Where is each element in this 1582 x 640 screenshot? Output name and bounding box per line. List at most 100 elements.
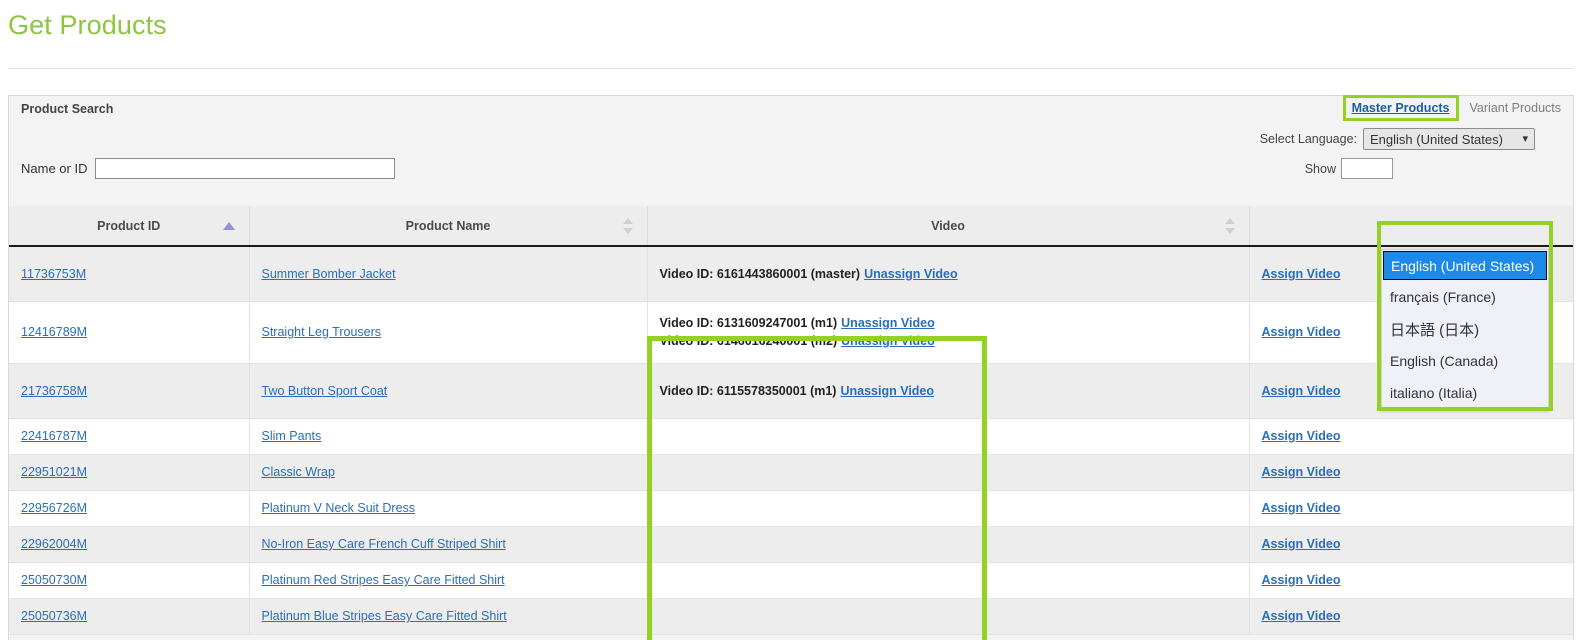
language-option-label: 日本語 (日本): [1390, 319, 1479, 340]
panel-title: Product Search: [21, 102, 113, 116]
unassign-video-link[interactable]: Unassign Video: [840, 384, 934, 398]
cell-product-id: 22951021M: [9, 454, 249, 490]
page-root: Get Products Product Search Master Produ…: [0, 0, 1582, 640]
assign-video-link[interactable]: Assign Video: [1262, 609, 1341, 623]
show-row: Show: [1305, 158, 1393, 179]
video-id-text: Video ID: 6146016240001 (m2): [660, 334, 838, 348]
product-name-link[interactable]: Straight Leg Trousers: [262, 325, 382, 339]
cell-product-name: Two Button Sport Coat: [249, 363, 647, 418]
tab-master-products[interactable]: Master Products: [1346, 98, 1456, 118]
unassign-video-link[interactable]: Unassign Video: [864, 267, 958, 281]
column-header-product-id-label: Product ID: [97, 219, 160, 233]
cell-product-id: 22956726M: [9, 490, 249, 526]
table-row: 22962004M No-Iron Easy Care French Cuff S…: [9, 526, 1573, 562]
product-name-link[interactable]: Two Button Sport Coat: [262, 384, 388, 398]
language-options-list[interactable]: English (United States) français (France)…: [1381, 249, 1549, 410]
sort-ascending-icon: [223, 222, 235, 230]
cell-video: [647, 562, 1249, 598]
language-option[interactable]: français (France): [1382, 281, 1548, 313]
table-row: 25050736M Platinum Blue Stripes Easy Care…: [9, 598, 1573, 634]
table-row: 22416787M Slim Pants Assign Video: [9, 418, 1573, 454]
product-name-link[interactable]: Platinum Red Stripes Easy Care Fitted Sh…: [262, 573, 505, 587]
video-id-text: Video ID: 6115578350001 (m1): [660, 384, 837, 398]
column-header-actions: [1249, 206, 1573, 246]
product-id-link[interactable]: 22962004M: [21, 537, 87, 551]
video-entry: Video ID: 6131609247001 (m1)Unassign Vid…: [660, 314, 1237, 332]
products-table-body: 11736753M Summer Bomber Jacket Video ID: 6…: [9, 246, 1573, 634]
assign-video-link[interactable]: Assign Video: [1262, 573, 1341, 587]
title-divider: [8, 68, 1574, 69]
cell-product-id: 11736753M: [9, 246, 249, 301]
assign-video-link[interactable]: Assign Video: [1262, 429, 1341, 443]
search-input[interactable]: [95, 158, 395, 179]
language-option[interactable]: English (Canada): [1382, 345, 1548, 377]
cell-assign-video: Assign Video: [1249, 526, 1573, 562]
panel-header: Product Search Master Products Variant P…: [9, 96, 1573, 206]
video-entry: Video ID: 6146016240001 (m2)Unassign Vid…: [660, 332, 1237, 350]
assign-video-link[interactable]: Assign Video: [1262, 501, 1341, 515]
product-name-link[interactable]: Classic Wrap: [262, 465, 335, 479]
video-id-text: Video ID: 6161443860001 (master): [660, 267, 861, 281]
column-header-product-name[interactable]: Product Name: [249, 206, 647, 246]
video-entry: Video ID: 6161443860001 (master)Unassign…: [660, 265, 1237, 283]
language-option-label: English (United States): [1391, 258, 1534, 274]
table-row: 25050730M Platinum Red Stripes Easy Care …: [9, 562, 1573, 598]
cell-product-name: Straight Leg Trousers: [249, 301, 647, 363]
cell-video: [647, 490, 1249, 526]
search-row: Name or ID: [21, 158, 395, 179]
product-search-panel: Product Search Master Products Variant P…: [8, 95, 1574, 640]
language-option[interactable]: 日本語 (日本): [1382, 313, 1548, 345]
cell-product-name: Summer Bomber Jacket: [249, 246, 647, 301]
cell-product-name: Platinum Red Stripes Easy Care Fitted Sh…: [249, 562, 647, 598]
product-name-link[interactable]: Platinum Blue Stripes Easy Care Fitted S…: [262, 609, 507, 623]
cell-assign-video: Assign Video: [1249, 454, 1573, 490]
language-option-label: English (Canada): [1390, 353, 1498, 369]
tab-variant-products[interactable]: Variant Products: [1464, 98, 1567, 118]
assign-video-link[interactable]: Assign Video: [1262, 267, 1341, 281]
language-select[interactable]: English (United States) ▾: [1363, 128, 1535, 150]
sort-none-icon: [1225, 218, 1235, 234]
column-header-video-label: Video: [931, 219, 965, 233]
cell-product-name: Slim Pants: [249, 418, 647, 454]
column-header-product-name-label: Product Name: [406, 219, 491, 233]
product-name-link[interactable]: Summer Bomber Jacket: [262, 267, 396, 281]
assign-video-link[interactable]: Assign Video: [1262, 325, 1341, 339]
language-option[interactable]: italiano (Italia): [1382, 377, 1548, 409]
cell-assign-video: Assign Video: [1249, 490, 1573, 526]
language-option-label: français (France): [1390, 289, 1496, 305]
product-id-link[interactable]: 21736758M: [21, 384, 87, 398]
cell-video: Video ID: 6131609247001 (m1)Unassign Vid…: [647, 301, 1249, 363]
product-name-link[interactable]: No-Iron Easy Care French Cuff Striped Sh…: [262, 537, 506, 551]
product-id-link[interactable]: 11736753M: [21, 267, 86, 281]
product-type-tabs: Master Products Variant Products: [1346, 98, 1567, 118]
language-option-label: italiano (Italia): [1390, 385, 1477, 401]
show-select[interactable]: [1341, 158, 1393, 179]
cell-product-name: Platinum V Neck Suit Dress: [249, 490, 647, 526]
cell-product-id: 21736758M: [9, 363, 249, 418]
cell-product-id: 22416787M: [9, 418, 249, 454]
cell-video: [647, 418, 1249, 454]
assign-video-link[interactable]: Assign Video: [1262, 384, 1341, 398]
product-id-link[interactable]: 25050736M: [21, 609, 87, 623]
product-name-link[interactable]: Platinum V Neck Suit Dress: [262, 501, 416, 515]
cell-product-id: 12416789M: [9, 301, 249, 363]
assign-video-link[interactable]: Assign Video: [1262, 465, 1341, 479]
product-id-link[interactable]: 22956726M: [21, 501, 87, 515]
column-header-video[interactable]: Video: [647, 206, 1249, 246]
product-id-link[interactable]: 22951021M: [21, 465, 87, 479]
product-name-link[interactable]: Slim Pants: [262, 429, 322, 443]
table-row: 12416789M Straight Leg Trousers Video ID: …: [9, 301, 1573, 363]
language-option[interactable]: English (United States): [1383, 251, 1547, 280]
assign-video-link[interactable]: Assign Video: [1262, 537, 1341, 551]
cell-video: [647, 526, 1249, 562]
cell-assign-video: Assign Video: [1249, 418, 1573, 454]
column-header-product-id[interactable]: Product ID: [9, 206, 249, 246]
sort-none-icon: [623, 218, 633, 234]
product-id-link[interactable]: 22416787M: [21, 429, 87, 443]
cell-product-name: Classic Wrap: [249, 454, 647, 490]
unassign-video-link[interactable]: Unassign Video: [841, 316, 935, 330]
product-id-link[interactable]: 12416789M: [21, 325, 87, 339]
product-id-link[interactable]: 25050730M: [21, 573, 87, 587]
unassign-video-link[interactable]: Unassign Video: [841, 334, 935, 348]
chevron-down-icon: ▾: [1522, 132, 1528, 145]
